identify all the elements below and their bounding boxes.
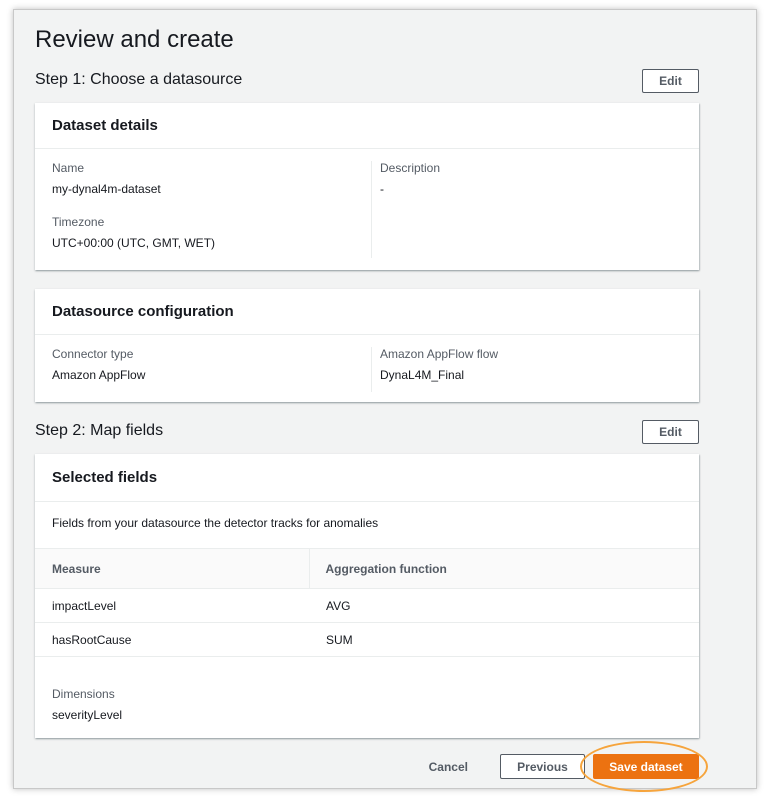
dimensions-label: Dimensions — [52, 687, 115, 701]
aggregation-column-header: Aggregation function — [308, 548, 699, 589]
measure-cell: impactLevel — [35, 588, 309, 623]
table-row: impactLevel AVG — [35, 588, 699, 623]
step1-header: Step 1: Choose a datasource Edit — [35, 69, 699, 95]
page-title: Review and create — [35, 26, 234, 53]
fields-table: Measure Aggregation function impactLevel… — [35, 548, 699, 657]
timezone-label: Timezone — [52, 215, 105, 229]
selected-fields-header: Selected fields — [35, 454, 699, 502]
fields-table-header-row: Measure Aggregation function — [35, 548, 699, 589]
dataset-details-grid: Name my-dynal4m-dataset Timezone UTC+00:… — [35, 149, 699, 268]
step2-header: Step 2: Map fields Edit — [35, 420, 699, 446]
name-label: Name — [52, 161, 85, 175]
appflow-flow-value: DynaL4M_Final — [380, 368, 465, 382]
selected-fields-description: Fields from your datasource the detector… — [52, 516, 379, 530]
dataset-details-right-column: Description - — [371, 161, 699, 258]
step1-edit-button[interactable]: Edit — [642, 69, 699, 93]
dimensions-value: severityLevel — [52, 708, 123, 722]
dataset-details-header: Dataset details — [35, 103, 699, 149]
aggregation-cell: AVG — [309, 588, 699, 623]
aggregation-cell: SUM — [309, 622, 699, 657]
step1-title: Step 1: Choose a datasource — [35, 71, 243, 88]
measure-cell: hasRootCause — [35, 622, 309, 657]
connector-column: Connector type Amazon AppFlow — [35, 347, 371, 392]
measure-column-header: Measure — [35, 548, 309, 589]
dataset-details-left-column: Name my-dynal4m-dataset Timezone UTC+00:… — [35, 161, 371, 258]
timezone-value: UTC+00:00 (UTC, GMT, WET) — [52, 236, 216, 250]
description-label: Description — [380, 161, 441, 175]
form-actions: Cancel Previous Save dataset — [423, 741, 708, 792]
flow-column: Amazon AppFlow flow DynaL4M_Final — [371, 347, 699, 392]
previous-button[interactable]: Previous — [500, 754, 585, 779]
step2-title: Step 2: Map fields — [35, 422, 164, 439]
description-value: - — [380, 182, 384, 196]
cancel-button[interactable]: Cancel — [423, 756, 474, 778]
name-value: my-dynal4m-dataset — [52, 182, 161, 196]
datasource-configuration-header: Datasource configuration — [35, 289, 699, 335]
selected-fields-panel: Selected fields Fields from your datasou… — [35, 454, 699, 738]
datasource-configuration-grid: Connector type Amazon AppFlow Amazon App… — [35, 335, 699, 402]
app-frame: Review and create Step 1: Choose a datas… — [13, 9, 757, 792]
save-dataset-button[interactable]: Save dataset — [593, 754, 699, 779]
step2-edit-button[interactable]: Edit — [642, 420, 699, 444]
save-dataset-wrapper: Save dataset — [580, 741, 708, 792]
appflow-flow-label: Amazon AppFlow flow — [380, 347, 499, 361]
table-row: hasRootCause SUM — [35, 622, 699, 657]
connector-type-label: Connector type — [52, 347, 134, 361]
datasource-configuration-panel: Datasource configuration Connector type … — [35, 289, 699, 402]
dimensions-section: Dimensions severityLevel — [35, 657, 699, 740]
connector-type-value: Amazon AppFlow — [52, 368, 146, 382]
dataset-details-panel: Dataset details Name my-dynal4m-dataset … — [35, 103, 699, 270]
